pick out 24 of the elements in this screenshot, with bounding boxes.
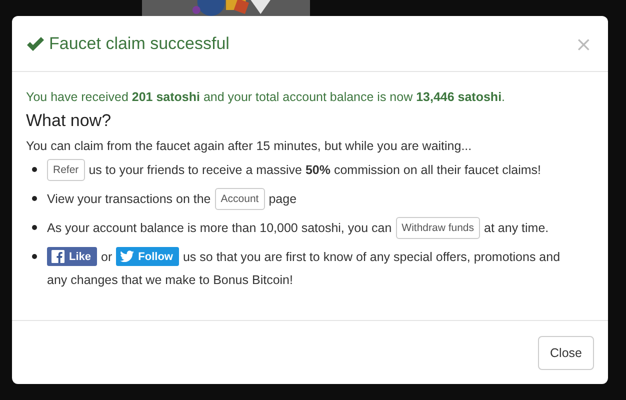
item-text: View your transactions on the bbox=[47, 192, 211, 206]
bullet-icon bbox=[32, 254, 37, 259]
item-text: any changes that we make to Bonus Bitcoin! bbox=[47, 272, 293, 286]
bullet-icon bbox=[32, 196, 37, 201]
item-text: page bbox=[268, 192, 297, 206]
link-button[interactable]: Refer bbox=[47, 158, 85, 180]
check-icon bbox=[26, 36, 44, 52]
item-text: us so that you are first to know of any special offers, promotions and bbox=[182, 250, 560, 264]
intro-text: You can claim from the faucet again after 15 minutes, but while you are waiting... bbox=[26, 139, 473, 153]
facebook-icon bbox=[51, 250, 65, 263]
like-button[interactable]: Like bbox=[47, 247, 98, 266]
section-heading: What now? bbox=[26, 111, 112, 131]
link-button[interactable]: Account bbox=[214, 188, 265, 210]
item-text: us to your friends to receive a massive 50% commission on all their faucet claims! bbox=[88, 162, 541, 176]
dialog-title: Faucet claim successful bbox=[49, 34, 230, 54]
bullet-icon bbox=[32, 167, 37, 172]
success-message: You have received 201 satoshi and your total account balance is now 13,446 satoshi. bbox=[26, 90, 506, 104]
link-button[interactable]: Withdraw funds bbox=[396, 216, 480, 238]
item-text: or bbox=[101, 250, 112, 264]
item-text: at any time. bbox=[484, 220, 549, 234]
bullet-icon bbox=[32, 225, 37, 230]
close-button[interactable]: Close bbox=[538, 336, 594, 370]
item-text: As your account balance is more than 10,000 satoshi, you can bbox=[47, 220, 392, 234]
bird-icon bbox=[120, 250, 134, 263]
